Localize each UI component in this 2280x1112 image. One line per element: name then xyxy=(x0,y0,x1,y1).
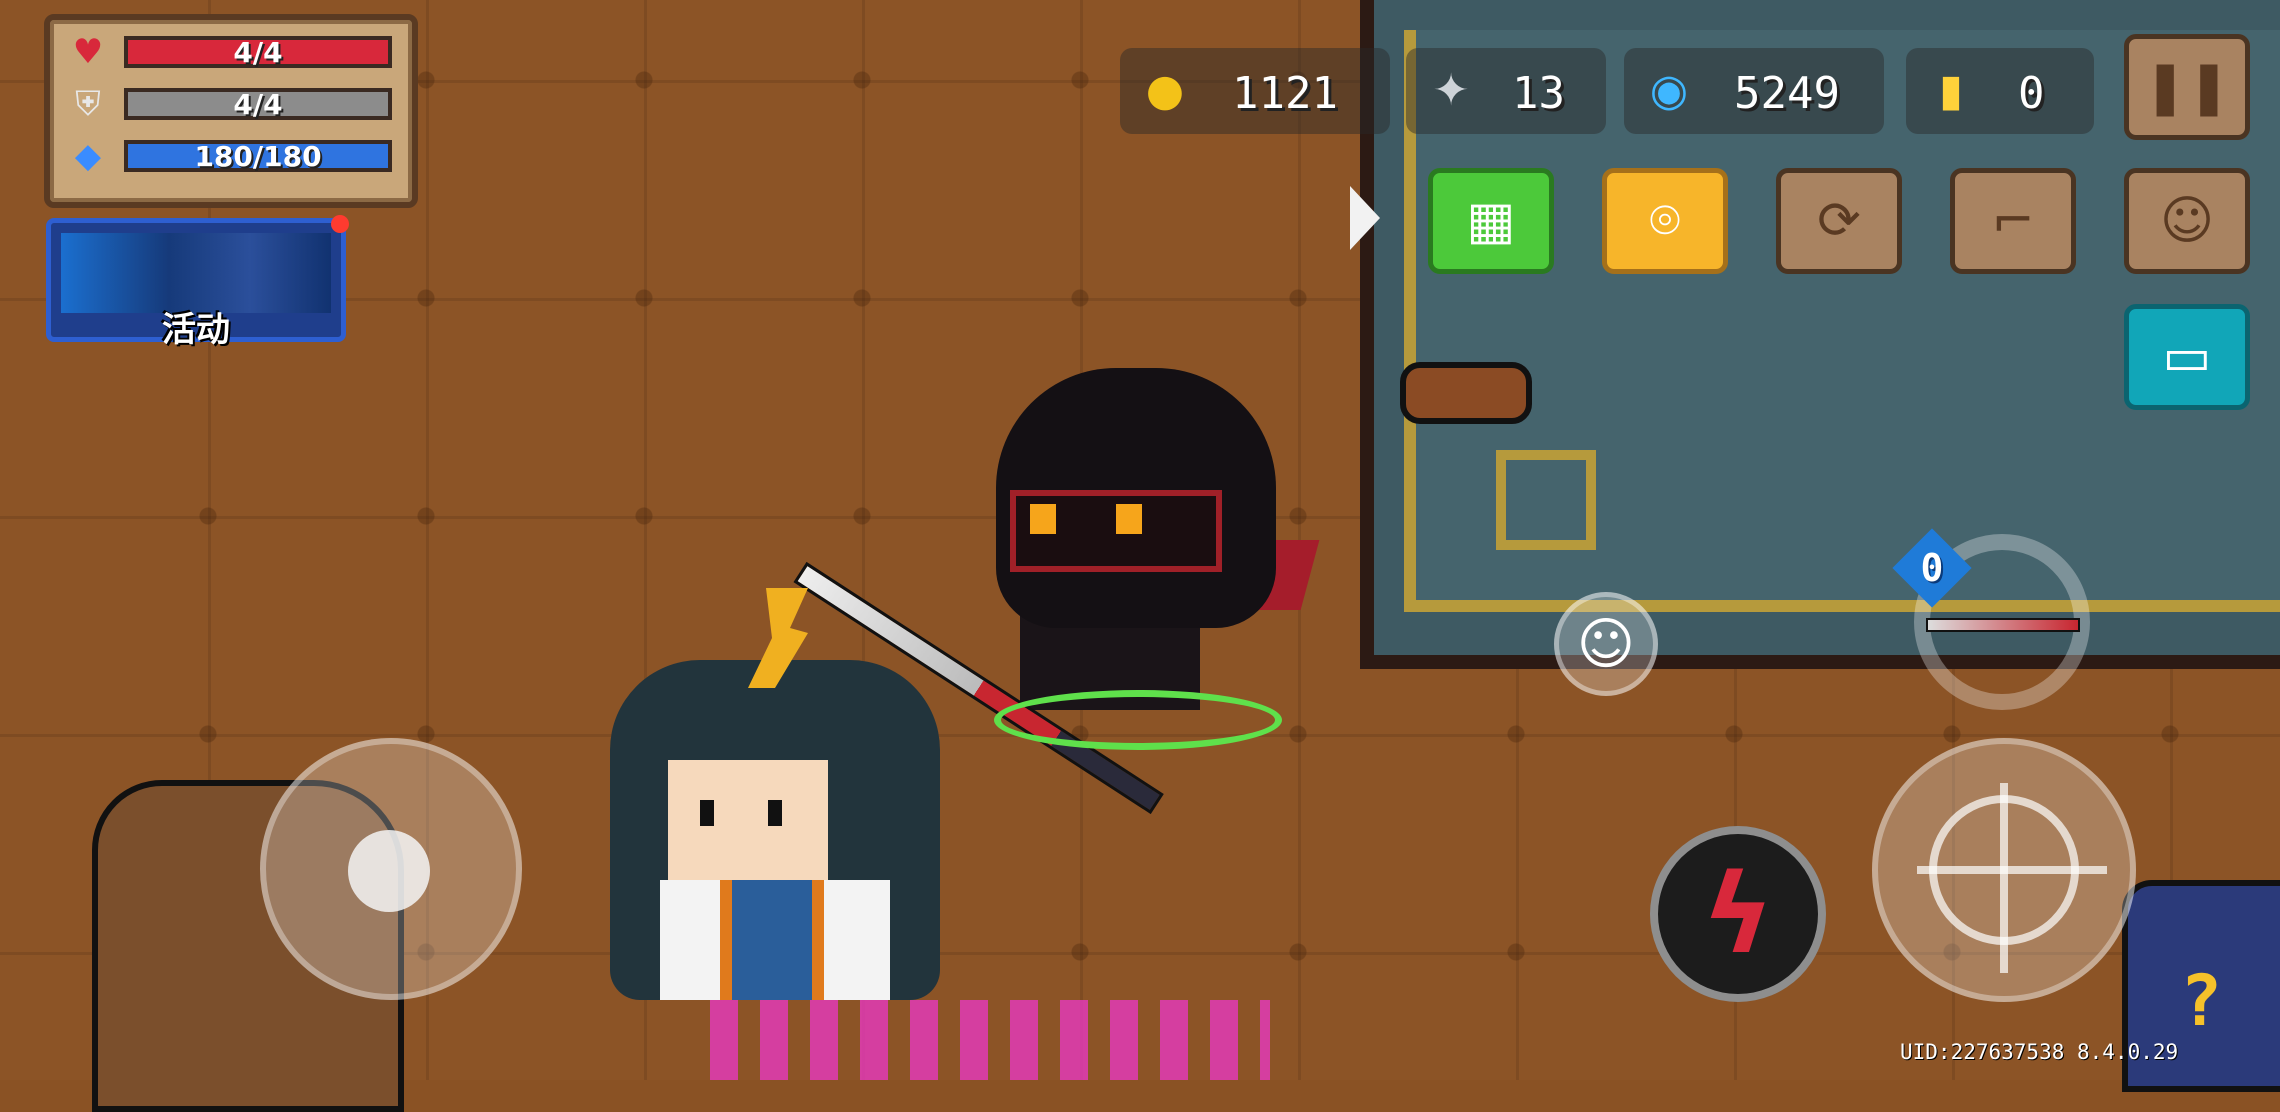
secondary-weapon-icon xyxy=(1926,618,2080,632)
hero-eye-left xyxy=(700,800,714,826)
qr-chat-button[interactable]: ▦ xyxy=(1428,168,1554,274)
hero-robe-inner xyxy=(720,880,824,1000)
weapon-count-value: 0 xyxy=(1920,546,1944,590)
armor-bar: 4/4 xyxy=(124,88,392,120)
ninja-eye-right xyxy=(1116,504,1142,534)
hero-robe xyxy=(660,880,890,1000)
beetle-creature xyxy=(1400,362,1532,424)
hp-row: ♥ 4/4 xyxy=(62,32,402,72)
energy-bar: 180/180 xyxy=(124,140,392,172)
energy-row: ◆ 180/180 xyxy=(62,136,402,176)
notification-dot xyxy=(331,215,349,233)
skill-button[interactable]: ϟ xyxy=(1650,826,1826,1002)
fish-value: 13 xyxy=(1512,68,1565,119)
qr-chat-icon: ▦ xyxy=(1466,191,1516,251)
hp-bar: 4/4 xyxy=(124,36,392,68)
gold-value: 0 xyxy=(2018,68,2045,119)
gem-icon: ◉ xyxy=(1649,65,1689,116)
coins-counter: ● 1121 xyxy=(1120,48,1390,134)
fish-icon: ✦ xyxy=(1432,65,1470,116)
friends-sync-button[interactable]: ⟳ xyxy=(1776,168,1902,274)
hero-eye-right xyxy=(768,800,782,826)
fish-counter: ✦ 13 xyxy=(1406,48,1606,134)
location-button[interactable]: ⌾ xyxy=(1602,168,1728,274)
floor-marking xyxy=(1496,450,1596,550)
location-pin-icon: ⌾ xyxy=(1649,190,1681,251)
ninja-eye-left xyxy=(1030,504,1056,534)
robot-face-icon: ▭ xyxy=(2162,327,2212,387)
hero-face xyxy=(668,760,828,890)
gold-counter: ▮ 0 xyxy=(1906,48,2094,134)
selection-ring xyxy=(994,690,1282,750)
energy-crystal-icon: ◆ xyxy=(74,136,102,176)
heart-icon: ♥ xyxy=(72,32,104,72)
pause-icon: ❚❚ xyxy=(2143,57,2231,117)
chat-robot-button[interactable]: ▭ xyxy=(2124,304,2250,410)
question-mark-icon: ? xyxy=(2180,960,2223,1042)
uid-version-label: UID:227637538 8.4.0.29 xyxy=(1900,1040,2179,1064)
collapse-arrow-icon[interactable] xyxy=(1350,186,1380,250)
stairs-icon: ⌐ xyxy=(1991,191,2035,251)
friends-sync-icon: ⟳ xyxy=(1817,191,1861,251)
attack-button[interactable] xyxy=(1872,738,2136,1002)
stairs-button[interactable]: ⌐ xyxy=(1950,168,2076,274)
smiley-icon: ☺ xyxy=(1576,611,1636,677)
armor-row: ⛨ 4/4 xyxy=(62,84,402,124)
coin-icon: ● xyxy=(1145,65,1185,116)
profile-button[interactable]: ☺ xyxy=(2124,168,2250,274)
coins-value: 1121 xyxy=(1232,68,1338,119)
pause-button[interactable]: ❚❚ xyxy=(2124,34,2250,140)
shield-icon: ⛨ xyxy=(75,84,101,124)
event-label: 活动 xyxy=(162,310,230,350)
gems-counter: ◉ 5249 xyxy=(1624,48,1884,134)
gems-value: 5249 xyxy=(1734,68,1840,119)
player-stats-panel: ♥ 4/4 ⛨ 4/4 ◆ 180/180 xyxy=(44,14,418,208)
pink-particles xyxy=(710,1000,1270,1080)
lightning-slash-icon: ϟ xyxy=(1701,850,1775,978)
profile-card-icon: ☺ xyxy=(2159,191,2215,251)
crosshair-icon xyxy=(1917,783,2107,973)
event-button[interactable]: 活动 xyxy=(46,215,349,350)
event-banner-art xyxy=(61,233,331,313)
emote-button[interactable]: ☺ xyxy=(1554,592,1658,696)
gold-token-icon: ▮ xyxy=(1938,65,1964,116)
joystick-knob[interactable] xyxy=(348,830,430,912)
